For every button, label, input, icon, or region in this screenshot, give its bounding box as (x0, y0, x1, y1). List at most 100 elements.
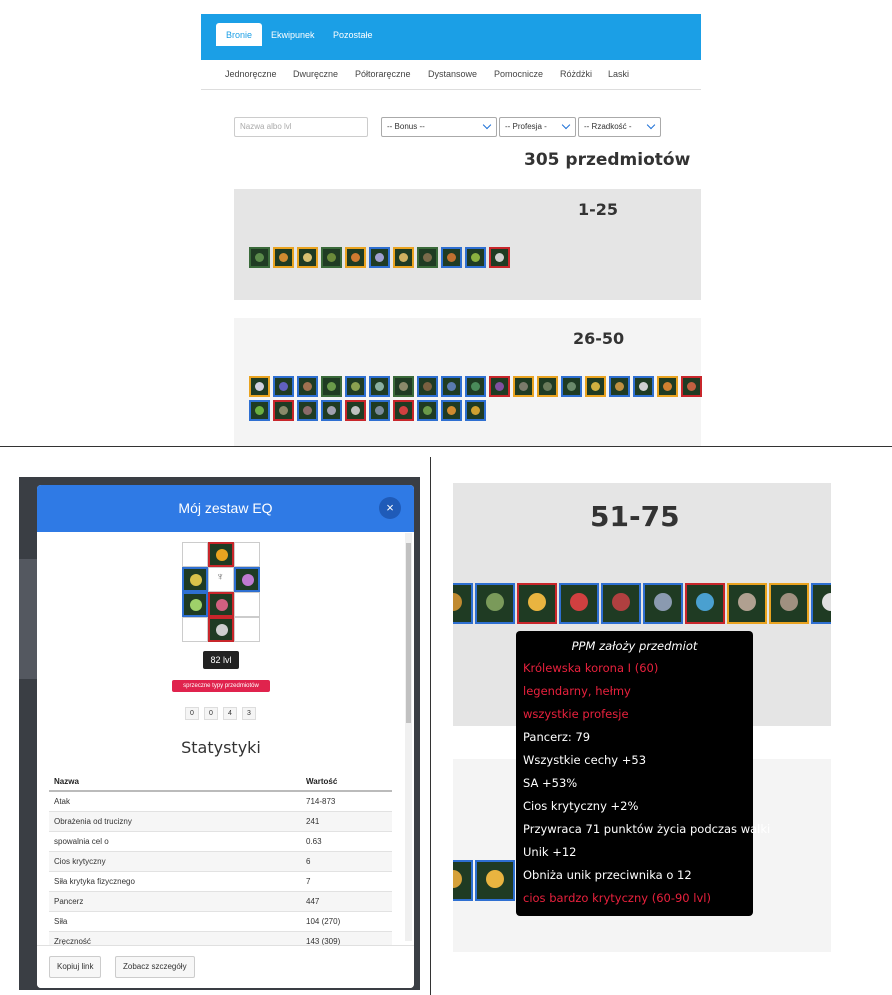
scrollbar-thumb[interactable] (406, 543, 411, 723)
item-icon[interactable] (393, 247, 414, 268)
necklace-slot[interactable]: ♆ (208, 567, 234, 592)
item-icon[interactable] (273, 247, 294, 268)
item-icon[interactable] (475, 583, 515, 624)
subnav-item-laski[interactable]: Laski (608, 69, 629, 79)
item-icon[interactable] (453, 860, 473, 901)
rarity-select[interactable]: -- Rzadkość - (578, 117, 661, 137)
stat-name: Obrażenia od trucizny (49, 811, 301, 832)
item-icon[interactable] (345, 247, 366, 268)
slot-empty[interactable] (182, 617, 208, 642)
slot-empty[interactable] (234, 617, 260, 642)
item-icon[interactable] (321, 400, 342, 421)
gloves-slot[interactable] (234, 567, 260, 592)
item-icon[interactable] (685, 583, 725, 624)
group-title: 26-50 (573, 329, 625, 348)
slot-empty[interactable] (182, 542, 208, 567)
armor-slot[interactable] (208, 592, 234, 617)
tab-pozostale[interactable]: Pozostałe (323, 23, 383, 46)
item-icon[interactable] (489, 247, 510, 268)
table-row: Obrażenia od trucizny 241 (49, 811, 392, 832)
slot-empty[interactable] (234, 542, 260, 567)
weapon-slot[interactable] (182, 592, 208, 617)
item-icon[interactable] (441, 247, 462, 268)
column-header-value: Wartość (301, 773, 392, 792)
boots-slot[interactable] (208, 617, 234, 642)
item-icon[interactable] (537, 376, 558, 397)
item-icon[interactable] (609, 376, 630, 397)
item-icon[interactable] (727, 583, 767, 624)
subnav-item-rozdzki[interactable]: Różdżki (560, 69, 592, 79)
equipment-set-modal: Mój zestaw EQ × ♆ 82 lvl sprzeczne typy … (37, 485, 414, 988)
tab-ekwipunek[interactable]: Ekwipunek (261, 23, 325, 46)
item-icon[interactable] (345, 376, 366, 397)
ring-slot[interactable] (182, 567, 208, 592)
necklace-icon: ♆ (216, 571, 225, 583)
item-icon[interactable] (561, 376, 582, 397)
item-icon[interactable] (465, 247, 486, 268)
subnav-item-dystansowe[interactable]: Dystansowe (428, 69, 477, 79)
item-icon[interactable] (441, 400, 462, 421)
item-icon[interactable] (369, 400, 390, 421)
item-icon[interactable] (273, 376, 294, 397)
modal-title: Mój zestaw EQ (178, 500, 273, 516)
column-header-name: Nazwa (49, 773, 301, 792)
item-icon[interactable] (811, 583, 831, 624)
item-icon[interactable] (453, 583, 473, 624)
item-icon[interactable] (559, 583, 599, 624)
item-icon[interactable] (465, 400, 486, 421)
item-icon[interactable] (369, 247, 390, 268)
item-icon[interactable] (657, 376, 678, 397)
item-icon[interactable] (417, 400, 438, 421)
profession-select[interactable]: -- Profesja - (499, 117, 576, 137)
item-icon[interactable] (297, 247, 318, 268)
search-input[interactable]: Nazwa albo lvl (234, 117, 368, 137)
item-icon[interactable] (441, 376, 462, 397)
item-icon[interactable] (393, 376, 414, 397)
stats-table-body: Atak 714-873 Obrażenia od trucizny 241 spowa… (49, 791, 392, 952)
item-icon[interactable] (601, 583, 641, 624)
tab-bronie[interactable]: Bronie (216, 23, 263, 46)
modal-scrollbar[interactable] (405, 533, 412, 941)
item-icon[interactable] (489, 376, 510, 397)
tooltip-line: Wszystkie cechy +53 (523, 753, 647, 767)
item-icon[interactable] (633, 376, 654, 397)
item-icon[interactable] (513, 376, 534, 397)
item-icon[interactable] (321, 376, 342, 397)
item-icon[interactable] (249, 376, 270, 397)
chevron-down-icon (646, 120, 656, 130)
slot-empty[interactable] (234, 592, 260, 617)
copy-link-button[interactable]: Kopiuj link (49, 956, 102, 978)
item-icon[interactable] (517, 583, 557, 624)
subnav-item-poltorareczne[interactable]: Półtoraręczne (355, 69, 411, 79)
item-icon[interactable] (769, 583, 809, 624)
item-icon[interactable] (345, 400, 366, 421)
item-icon[interactable] (297, 376, 318, 397)
stat-name: Atak (49, 791, 301, 812)
item-icon[interactable] (465, 376, 486, 397)
item-icon[interactable] (681, 376, 702, 397)
item-group-26-50: 26-50 (234, 318, 702, 446)
item-icon[interactable] (393, 400, 414, 421)
item-icon[interactable] (369, 376, 390, 397)
item-icon[interactable] (249, 247, 270, 268)
tooltip-line: wszystkie profesje (523, 707, 629, 721)
close-button[interactable]: × (379, 497, 401, 519)
subnav-item-dwureczne[interactable]: Dwuręczne (293, 69, 338, 79)
item-icon[interactable] (417, 376, 438, 397)
stats-title: Statystyki (181, 738, 261, 757)
item-icon[interactable] (297, 400, 318, 421)
subnav-item-jednoreczne[interactable]: Jednoręczne (225, 69, 277, 79)
item-icon[interactable] (321, 247, 342, 268)
bonus-select[interactable]: -- Bonus -- (381, 117, 497, 137)
item-icon[interactable] (417, 247, 438, 268)
item-icon[interactable] (273, 400, 294, 421)
item-icon[interactable] (585, 376, 606, 397)
item-icon[interactable] (475, 860, 515, 901)
helmet-slot[interactable] (208, 542, 234, 567)
modal-footer: Kopiuj link Zobacz szczegóły (37, 945, 414, 988)
item-icon[interactable] (249, 400, 270, 421)
table-row: spowalnia cel o 0.63 (49, 831, 392, 852)
item-icon[interactable] (643, 583, 683, 624)
subnav-item-pomocnicze[interactable]: Pomocnicze (494, 69, 543, 79)
view-details-button[interactable]: Zobacz szczegóły (115, 956, 195, 978)
